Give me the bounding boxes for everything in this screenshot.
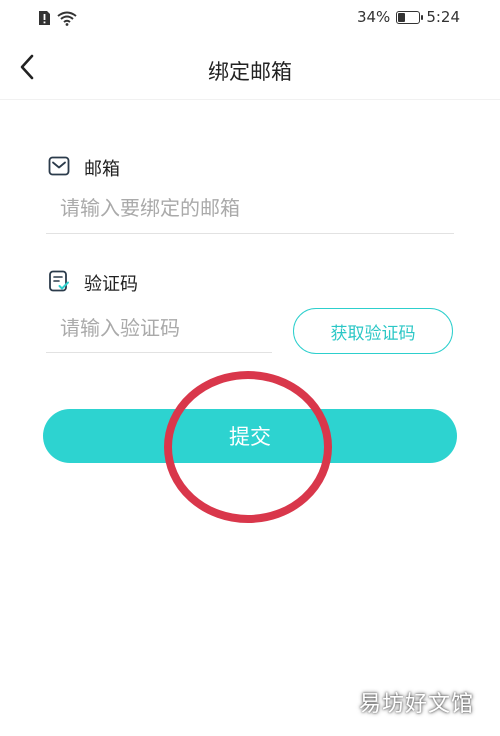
email-label: 邮箱 — [84, 159, 120, 180]
email-input[interactable] — [60, 193, 450, 223]
page-title: 绑定邮箱 — [208, 60, 292, 84]
code-label-row: 验证码 — [48, 270, 138, 296]
sim-alert-icon — [38, 10, 51, 30]
battery-percent: 34% — [356, 8, 391, 26]
battery-icon — [396, 10, 424, 24]
mail-icon — [48, 156, 70, 180]
code-input[interactable] — [60, 313, 265, 343]
email-label-row: 邮箱 — [48, 155, 120, 181]
code-label: 验证码 — [84, 274, 138, 295]
watermark-text: 易坊好文馆 — [358, 692, 474, 717]
verify-code-icon — [48, 270, 70, 296]
email-underline — [46, 233, 454, 234]
get-code-button[interactable]: 获取验证码 — [293, 308, 453, 354]
status-bar: 34% 5:24 — [0, 0, 500, 40]
status-right: 34% 5:24 — [357, 8, 460, 26]
submit-button[interactable]: 提交 — [43, 409, 457, 463]
wifi-icon — [57, 10, 77, 30]
status-left-icons — [38, 10, 77, 30]
nav-bar: 绑定邮箱 — [0, 40, 500, 100]
code-underline — [46, 352, 272, 353]
clock: 5:24 — [426, 8, 460, 26]
battery-level-fill — [398, 12, 405, 22]
